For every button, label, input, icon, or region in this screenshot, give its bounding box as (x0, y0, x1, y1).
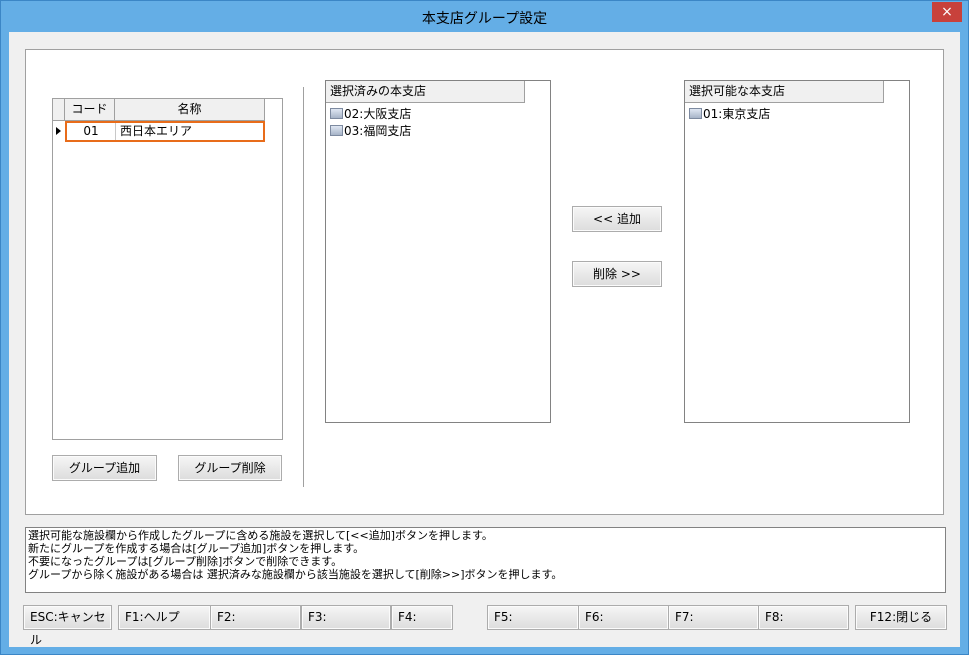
list-item-label: 03:福岡支店 (344, 124, 412, 138)
row-code: 01 (67, 123, 116, 140)
group-add-button[interactable]: グループ追加 (52, 455, 157, 481)
current-row-arrow-icon (56, 127, 61, 135)
f1-help-button[interactable]: F1:ヘルプ (118, 605, 211, 630)
main-panel: コード 名称 01 西日本エリア グループ追加 グループ削除 選択済みの本支店 … (25, 49, 944, 515)
client-area: コード 名称 01 西日本エリア グループ追加 グループ削除 選択済みの本支店 … (9, 32, 960, 647)
f7-button[interactable]: F7: (668, 605, 759, 630)
column-header-name[interactable]: 名称 (115, 99, 265, 121)
title-bar[interactable]: 本支店グループ設定 × (1, 1, 968, 31)
close-button[interactable]: × (932, 2, 962, 22)
help-message-line: グループから除く施設がある場合は 選択済みな施設欄から該当施設を選択して[削除>… (28, 568, 563, 581)
branch-icon (689, 108, 702, 119)
branch-icon (330, 125, 343, 136)
remove-button[interactable]: 削除 >> (572, 261, 662, 287)
branch-icon (330, 108, 343, 119)
f5-button[interactable]: F5: (487, 605, 579, 630)
available-branches-list[interactable]: 選択可能な本支店 01:東京支店 (684, 80, 910, 423)
help-message-line: 新たにグループを作成する場合は[グループ追加]ボタンを押します。 (28, 542, 365, 555)
window: 本支店グループ設定 × コード 名称 01 西日本エリア グループ追加 グループ… (0, 0, 969, 655)
group-grid[interactable]: コード 名称 01 西日本エリア (52, 98, 283, 440)
selected-branches-list[interactable]: 選択済みの本支店 02:大阪支店 03:福岡支店 (325, 80, 551, 423)
window-title: 本支店グループ設定 (421, 11, 548, 27)
list-item-label: 01:東京支店 (703, 107, 771, 121)
f2-button[interactable]: F2: (210, 605, 301, 630)
f6-button[interactable]: F6: (578, 605, 669, 630)
list-item[interactable]: 03:福岡支店 (330, 123, 411, 139)
f3-button[interactable]: F3: (301, 605, 391, 630)
group-delete-button[interactable]: グループ削除 (178, 455, 282, 481)
f12-close-button[interactable]: F12:閉じる (855, 605, 947, 630)
row-name: 西日本エリア (120, 124, 193, 138)
help-message-line: 不要になったグループは[グループ削除]ボタンで削除できます。 (28, 555, 343, 568)
column-header-code[interactable]: コード (65, 99, 115, 121)
selected-list-header: 選択済みの本支店 (326, 81, 525, 103)
row-header-corner (53, 99, 65, 121)
vertical-divider (303, 87, 304, 487)
list-item[interactable]: 02:大阪支店 (330, 106, 411, 122)
f4-button[interactable]: F4: (391, 605, 453, 630)
list-item-label: 02:大阪支店 (344, 107, 412, 121)
esc-cancel-button[interactable]: ESC:キャンセル (23, 605, 112, 647)
list-item[interactable]: 01:東京支店 (689, 106, 770, 122)
f8-button[interactable]: F8: (758, 605, 849, 630)
table-row[interactable]: 01 西日本エリア (65, 121, 265, 142)
help-message-box: 選択可能な施設欄から作成したグループに含める施設を選択して[<<追加]ボタンを押… (25, 527, 946, 593)
help-message-line: 選択可能な施設欄から作成したグループに含める施設を選択して[<<追加]ボタンを押… (28, 529, 493, 542)
add-button[interactable]: << 追加 (572, 206, 662, 232)
available-list-header: 選択可能な本支店 (685, 81, 884, 103)
